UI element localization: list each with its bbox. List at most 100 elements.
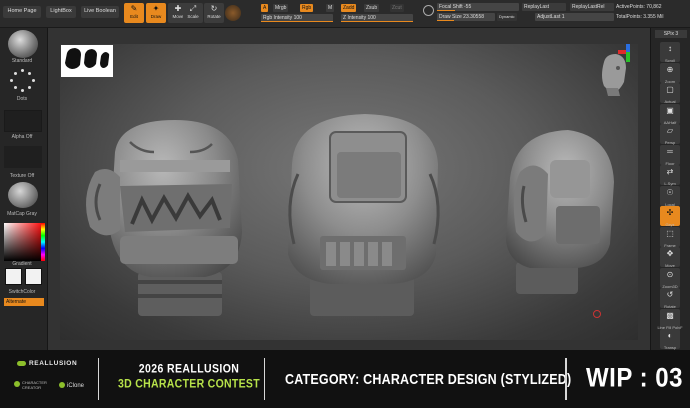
lightbox-button[interactable]: LightBox <box>46 6 76 18</box>
texture-thumbnail[interactable] <box>4 146 42 168</box>
divider <box>98 358 99 400</box>
draw-size-slider[interactable]: Draw Size 23.30558 <box>437 13 495 21</box>
alternate-button[interactable]: Alternate <box>4 298 44 306</box>
iclone-logo: iClone <box>59 382 84 389</box>
persp-button[interactable]: ▱ Persp <box>660 124 680 145</box>
local-button[interactable]: ☉ Local <box>660 185 680 207</box>
m-button[interactable]: M <box>326 4 335 12</box>
spix-slider[interactable]: SPix 3 <box>655 30 687 38</box>
xyz-button[interactable]: ✣ Gxyz <box>660 206 680 227</box>
rotate-icon: ↻ <box>210 4 218 13</box>
local-icon: ☉ <box>666 187 674 197</box>
viewport <box>48 28 650 350</box>
zcut-button[interactable]: Zcut <box>390 4 404 12</box>
move-button[interactable]: ✥ Move <box>660 247 680 268</box>
reference-image-card <box>61 45 113 77</box>
category-label: CATEGORY: CHARACTER DESIGN (STYLIZED) <box>285 370 572 388</box>
hue-strip[interactable] <box>41 223 45 261</box>
actual-icon: ▢ <box>666 85 674 94</box>
tool-draw-button[interactable]: ✦ Draw <box>146 3 166 23</box>
aahalf-icon: ▣ <box>666 105 674 115</box>
live-boolean-button[interactable]: Live Boolean <box>81 6 119 18</box>
tool-rotate-button[interactable]: ↻ Rotate <box>204 3 224 23</box>
rotate-button[interactable]: ↺ Rotate <box>660 288 680 309</box>
aahalf-button[interactable]: ▣ AAHalf <box>660 103 680 125</box>
scroll-icon: ↕ <box>668 44 672 53</box>
scale-icon: ⤢ <box>189 4 197 13</box>
zoom3d-icon: ⊙ <box>666 269 674 279</box>
helmet-front-view <box>86 120 242 316</box>
active-points-readout: ActivePoints: 70,862 <box>616 4 662 10</box>
lsym-button[interactable]: ⇄ L.Sym <box>660 165 680 186</box>
replay-last-rel-button[interactable]: ReplayLastRel <box>570 3 614 11</box>
transp-icon: ◐ <box>667 331 673 340</box>
draw-size-icon <box>423 5 434 16</box>
zadd-button[interactable]: Zadd <box>341 4 357 12</box>
character-creator-logo: CHARACTER CREATOR <box>14 380 48 390</box>
stroke-label: Dots <box>16 96 28 102</box>
zsub-button[interactable]: Zsub <box>364 4 380 12</box>
scroll-button[interactable]: ↕ Scroll <box>660 42 680 63</box>
draw-icon: ✦ <box>152 4 160 13</box>
z-intensity-slider[interactable]: Z Intensity 100 <box>341 14 413 22</box>
home-page-button[interactable]: Home Page <box>3 6 41 18</box>
brush-preview-icon[interactable] <box>225 5 241 21</box>
floor-button[interactable]: ═ Floor <box>660 144 680 166</box>
reallusion-logo: REALLUSION <box>17 360 77 367</box>
tool-edit-button[interactable]: ✎ Edit <box>124 3 144 23</box>
axis-gizmo-icon[interactable] <box>618 44 638 64</box>
main-color-swatch[interactable] <box>5 268 22 285</box>
adjust-last-slider[interactable]: AdjustLast 1 <box>535 13 614 21</box>
left-tray: Standard Dots Alpha Off Texture Off MatC… <box>0 28 48 350</box>
tool-label: Rotate <box>207 14 221 19</box>
zoom3d-button[interactable]: ⊙ Zoom3D <box>660 267 680 289</box>
move-icon: ✥ <box>666 249 674 258</box>
edit-icon: ✎ <box>130 4 138 13</box>
rgb-intensity-slider[interactable]: Rgb Intensity 100 <box>261 14 333 22</box>
tool-label: Edit <box>130 14 138 19</box>
mrgb-button[interactable]: Mrgb <box>273 4 289 12</box>
rgb-button[interactable]: Rgb <box>300 4 314 12</box>
brush-cursor <box>593 310 601 318</box>
xyz-icon: ✣ <box>666 208 674 217</box>
linefill-button[interactable]: ▩ Line Fill PolyF <box>657 308 683 330</box>
matcap-material-icon[interactable] <box>8 182 38 208</box>
replay-last-button[interactable]: ReplayLast <box>522 3 566 11</box>
alpha-thumbnail[interactable] <box>4 110 42 132</box>
alpha-label: Alpha Off <box>11 134 33 140</box>
zoom-button[interactable]: ⊕ Zoom <box>660 62 680 84</box>
gradient-label: Gradient <box>12 261 32 267</box>
wip-number: WIP : 03 <box>586 363 683 394</box>
actual-button[interactable]: ▢ Actual <box>660 83 680 104</box>
dots-stroke-icon[interactable] <box>8 68 38 94</box>
document-canvas[interactable] <box>60 44 638 340</box>
helmet-three-quarter-view <box>288 114 440 316</box>
persp-icon: ▱ <box>666 126 674 135</box>
tool-scale-button[interactable]: ⤢ Scale <box>183 3 203 23</box>
frame-button[interactable]: ⬚ Frame <box>660 226 680 248</box>
top-toolbar: Home Page LightBox Live Boolean ✎ Edit ✦ Dr… <box>0 0 690 28</box>
linefill-icon: ▩ <box>666 310 674 320</box>
total-points-readout: TotalPoints: 3.355 Mil <box>616 14 664 20</box>
brush-label: Standard <box>11 58 33 64</box>
texture-label: Texture Off <box>9 173 35 179</box>
switch-color-button[interactable]: SwitchColor <box>2 289 42 295</box>
tool-label: Scale <box>187 14 199 19</box>
material-label: MatCap Gray <box>7 211 37 217</box>
a-chip[interactable]: A <box>261 4 269 12</box>
divider <box>565 358 567 400</box>
helmet-silhouettes-icon <box>65 48 110 69</box>
contest-name: 3D CHARACTER CONTEST <box>118 377 260 391</box>
lsym-icon: ⇄ <box>666 167 674 176</box>
frame-icon: ⬚ <box>666 228 674 238</box>
divider <box>264 358 265 400</box>
transp-button[interactable]: ◐ Transp <box>660 329 680 350</box>
standard-brush-icon[interactable] <box>8 30 38 58</box>
helmet-side-view <box>506 130 614 294</box>
contest-banner: REALLUSION CHARACTER CREATOR iClone 2026… <box>0 350 690 408</box>
rotate-icon: ↺ <box>666 290 674 299</box>
color-picker[interactable] <box>4 223 45 261</box>
dynamic-button[interactable]: Dynamic <box>497 13 517 21</box>
focal-shift-slider[interactable]: Focal Shift -55 <box>437 3 519 11</box>
secondary-color-swatch[interactable] <box>25 268 42 285</box>
